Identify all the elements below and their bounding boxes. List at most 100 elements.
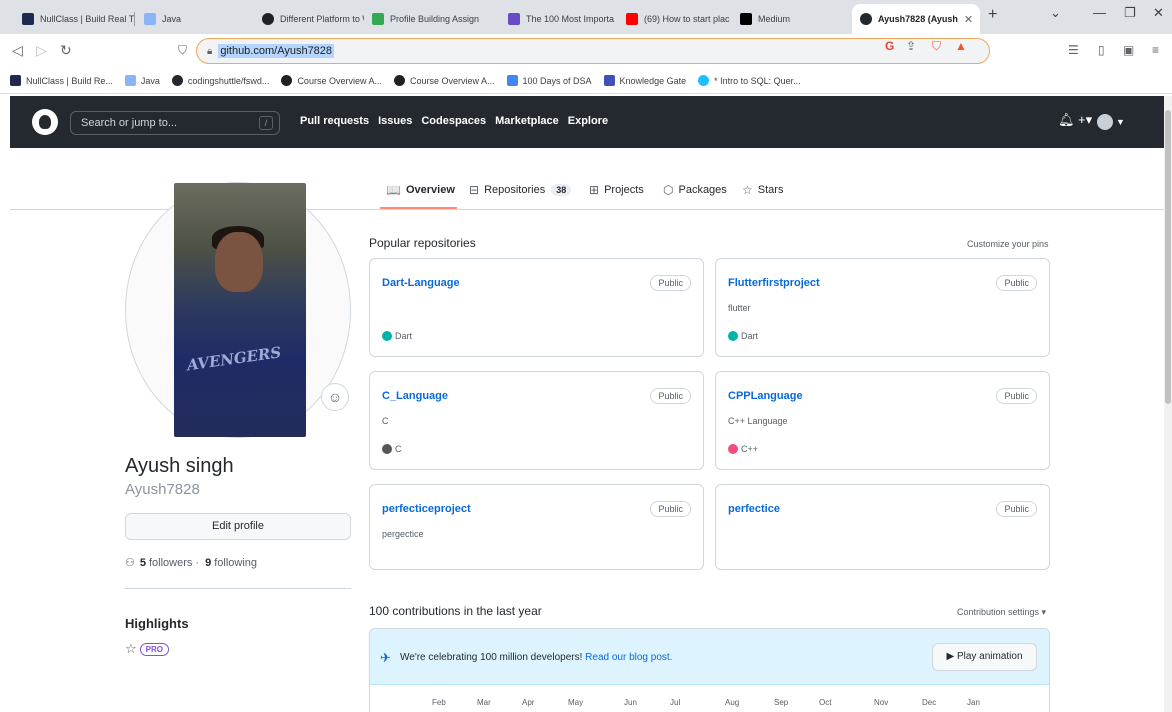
browser-tab[interactable]: Java [136, 4, 246, 34]
browser-tab-active[interactable]: Ayush7828 (Ayush ✕ [852, 4, 980, 34]
address-url[interactable]: github.com/Ayush7828 [218, 44, 335, 58]
blog-post-link[interactable]: Read our blog post. [585, 652, 672, 663]
edit-profile-button[interactable]: Edit profile [125, 513, 351, 540]
browser-tab[interactable]: Different Platform to W [254, 4, 364, 34]
play-animation-button[interactable]: ▶ Play animation [932, 643, 1037, 671]
following-label[interactable]: following [214, 557, 257, 569]
tab-stars[interactable]: ☆ Stars [742, 183, 783, 197]
google-icon[interactable]: G [885, 39, 894, 53]
kaggle-favicon-icon [698, 75, 710, 86]
language-color-dot [728, 331, 738, 341]
tab-search-icon[interactable]: ⌄ [1050, 5, 1061, 21]
repo-card: C_Language Public C C [369, 371, 704, 470]
nullclass-favicon-icon [22, 13, 34, 25]
repo-description: pergectice [382, 529, 424, 539]
repo-card: Flutterfirstproject Public flutter Dart [715, 258, 1050, 357]
bookmark-item[interactable]: 100 Days of DSA [506, 75, 592, 86]
nav-marketplace[interactable]: Marketplace [495, 115, 559, 127]
create-new-plus-icon[interactable]: +▾ [1078, 112, 1092, 128]
browser-tab[interactable]: NullClass | Build Real T [14, 4, 134, 34]
bookmark-item[interactable]: NullClass | Build Re... [10, 75, 113, 86]
repo-name-link[interactable]: Dart-Language [382, 277, 460, 289]
following-count[interactable]: 9 [205, 557, 211, 569]
bookmark-item[interactable]: codingshuttle/fswd... [171, 75, 269, 86]
minimize-icon[interactable]: — [1093, 5, 1106, 20]
bookmark-item[interactable]: Java [124, 75, 160, 86]
brave-rewards-icon[interactable]: ▲ [955, 39, 967, 53]
bookmark-item[interactable]: * Intro to SQL: Quer... [698, 75, 801, 86]
browser-tab[interactable]: Medium [732, 4, 842, 34]
celebration-message: We're celebrating 100 million developers… [400, 652, 583, 663]
tab-separator [134, 12, 135, 26]
reading-list-icon[interactable]: ☰ [1068, 43, 1079, 57]
tab-projects[interactable]: ⊞ Projects [589, 183, 644, 197]
tab-repositories[interactable]: ⊟ Repositories 38 [469, 183, 572, 197]
contribution-months: Feb Mar Apr May Jun Jul Aug Sep Oct Nov … [370, 698, 1049, 712]
back-icon[interactable]: ◁ [12, 42, 23, 59]
sidebar-icon[interactable]: ▯ [1098, 43, 1105, 57]
nav-issues[interactable]: Issues [378, 115, 412, 127]
new-tab-button[interactable]: + [988, 6, 997, 24]
browser-tab[interactable]: The 100 Most Importa [500, 4, 618, 34]
bookmark-label: Knowledge Gate [619, 75, 687, 86]
browser-tab[interactable]: Profile Building Assign [364, 4, 500, 34]
month-label: Dec [922, 698, 937, 707]
rocket-icon: ✈ [380, 650, 391, 665]
close-tab-icon[interactable]: ✕ [958, 13, 973, 26]
page-favicon-icon [508, 13, 520, 25]
followers-label[interactable]: followers [149, 557, 192, 569]
bookmark-item[interactable]: Course Overview A... [281, 75, 382, 86]
repo-name-link[interactable]: perfectice [728, 503, 780, 515]
chevron-down-icon[interactable]: ▼ [1116, 117, 1125, 127]
visibility-badge: Public [996, 501, 1037, 517]
language-label: Dart [741, 331, 759, 341]
month-label: Feb [432, 698, 446, 707]
reload-icon[interactable]: ↻ [60, 42, 72, 59]
nav-codespaces[interactable]: Codespaces [421, 115, 486, 127]
close-window-icon[interactable]: ✕ [1153, 5, 1164, 21]
notifications-bell-icon[interactable]: 🔔︎ [1058, 112, 1075, 128]
month-label: Sep [774, 698, 789, 707]
search-input[interactable]: Search or jump to... / [70, 111, 280, 135]
repo-name-link[interactable]: CPPLanguage [728, 390, 803, 402]
month-label: Aug [725, 698, 740, 707]
search-placeholder: Search or jump to... [81, 117, 177, 129]
nav-explore[interactable]: Explore [568, 115, 608, 127]
restore-icon[interactable]: ❐ [1124, 5, 1136, 21]
repo-name-link[interactable]: perfecticeproject [382, 503, 471, 515]
menu-icon[interactable]: ≡ [1152, 43, 1159, 57]
bookmark-item[interactable]: Knowledge Gate [603, 75, 687, 86]
bookmark-icon[interactable]: ⛉ [178, 43, 187, 58]
medium-favicon-icon [740, 13, 752, 25]
java-favicon-icon [144, 13, 156, 25]
tab-packages[interactable]: ⬡ Packages [663, 183, 727, 197]
highlights-pro-row: ☆ PRO [125, 641, 169, 657]
set-status-smiley-icon[interactable]: ☺ [321, 383, 349, 411]
bookmark-item[interactable]: Course Overview A... [393, 75, 495, 86]
nav-pull-requests[interactable]: Pull requests [300, 115, 369, 127]
browser-tab[interactable]: (69) How to start plac [618, 4, 732, 34]
address-bar[interactable]: 🔒︎ github.com/Ayush7828 [196, 38, 990, 64]
sidebar-divider [125, 588, 351, 589]
tab-label: Repositories [484, 184, 546, 196]
github-logo-icon[interactable] [32, 109, 58, 135]
scrollbar-thumb[interactable] [1165, 110, 1171, 404]
bookmarks-bar: NullClass | Build Re... Java codingshutt… [0, 68, 1172, 94]
contribution-settings-dropdown[interactable]: Contribution settings ▾ [957, 607, 1046, 618]
followers-count[interactable]: 5 [140, 557, 146, 569]
repo-description: flutter [728, 303, 751, 313]
course-favicon-icon [393, 75, 405, 86]
star-icon: ☆ [742, 183, 753, 197]
repo-name-link[interactable]: C_Language [382, 390, 448, 402]
browser-tab-label: Ayush7828 (Ayush [878, 14, 958, 24]
people-icon: ⚇ [125, 557, 135, 569]
tab-overview[interactable]: 📖 Overview [386, 183, 455, 197]
brave-shield-icon[interactable]: ⛉ [932, 39, 941, 54]
forward-icon[interactable]: ▷ [36, 42, 47, 59]
repo-name-link[interactable]: Flutterfirstproject [728, 277, 820, 289]
share-icon[interactable]: ⇪ [906, 39, 916, 53]
wallet-icon[interactable]: ▣ [1123, 43, 1134, 57]
browser-tab-label: Different Platform to W [280, 14, 364, 24]
customize-pins-link[interactable]: Customize your pins [967, 239, 1049, 249]
user-avatar-menu[interactable] [1097, 114, 1113, 130]
